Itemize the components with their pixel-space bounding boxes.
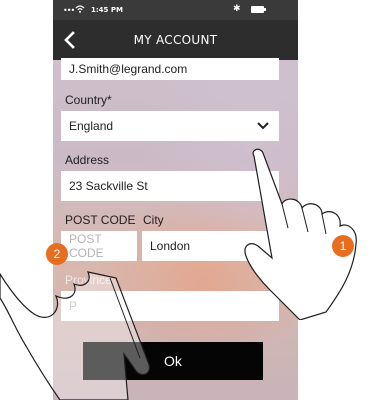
- city-value: London: [150, 239, 191, 253]
- email-field[interactable]: J.Smith@legrand.com: [61, 58, 279, 80]
- page-title: MY ACCOUNT: [133, 33, 218, 47]
- wifi-icon: [75, 5, 85, 13]
- city-label: City: [143, 213, 164, 227]
- city-field[interactable]: London: [142, 231, 279, 261]
- signal-icon: •••: [63, 6, 75, 15]
- address-label: Address: [65, 153, 110, 167]
- battery-icon: [251, 6, 266, 13]
- province-label: Province: [65, 273, 112, 287]
- status-time: 1:45 PM: [91, 6, 123, 14]
- ok-button[interactable]: Ok: [83, 342, 263, 380]
- callout-badge-2: 2: [46, 243, 68, 265]
- callout-badge-1: 1: [332, 235, 354, 257]
- country-select[interactable]: England: [61, 111, 279, 141]
- header-bar: MY ACCOUNT: [53, 20, 298, 60]
- bluetooth-icon: ✱: [233, 4, 241, 14]
- postcode-placeholder: POST CODE: [69, 232, 104, 260]
- email-value: J.Smith@legrand.com: [69, 62, 188, 76]
- phone-screen: ••• 1:45 PM ✱ MY ACCOUNT J.Smith@legrand…: [53, 0, 298, 400]
- postcode-field[interactable]: POST CODE: [61, 231, 137, 261]
- address-value: 23 Sackville St: [69, 179, 148, 193]
- postcode-label: POST CODE: [65, 213, 136, 227]
- ok-label: Ok: [164, 353, 182, 369]
- country-label: Country*: [65, 93, 112, 107]
- status-bar: ••• 1:45 PM ✱: [53, 0, 298, 20]
- country-value: England: [69, 119, 114, 133]
- address-field[interactable]: 23 Sackville St: [61, 171, 279, 201]
- province-placeholder: P: [69, 299, 78, 313]
- province-field[interactable]: P: [61, 291, 279, 321]
- chevron-down-icon: [257, 122, 269, 130]
